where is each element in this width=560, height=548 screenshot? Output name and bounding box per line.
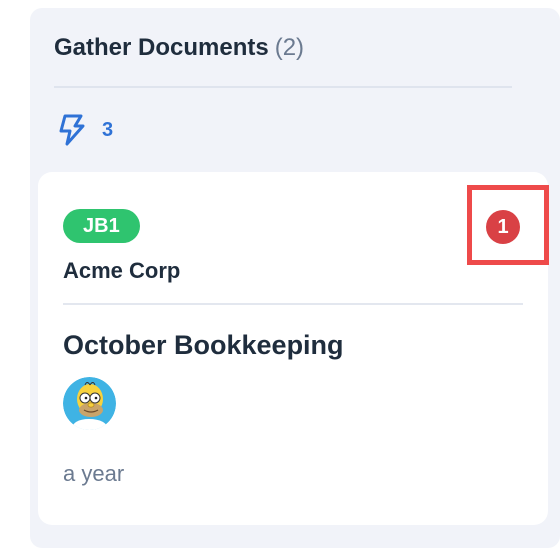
column-count: (2) [274,34,305,61]
lightning-bolt-icon [56,114,86,146]
card-divider [63,303,523,305]
automation-indicator[interactable]: 3 [56,114,113,146]
column-header: Gather Documents (2) [54,34,304,62]
column-title: Gather Documents [54,34,269,61]
notification-badge[interactable]: 1 [486,210,520,244]
task-title[interactable]: October Bookkeeping [63,330,344,361]
assignee-avatar[interactable] [63,377,116,430]
automation-count: 3 [102,118,114,141]
time-ago: a year [63,461,125,486]
header-divider [54,86,512,88]
job-code-badge: JB1 [63,209,140,243]
client-name[interactable]: Acme Corp [63,258,180,284]
